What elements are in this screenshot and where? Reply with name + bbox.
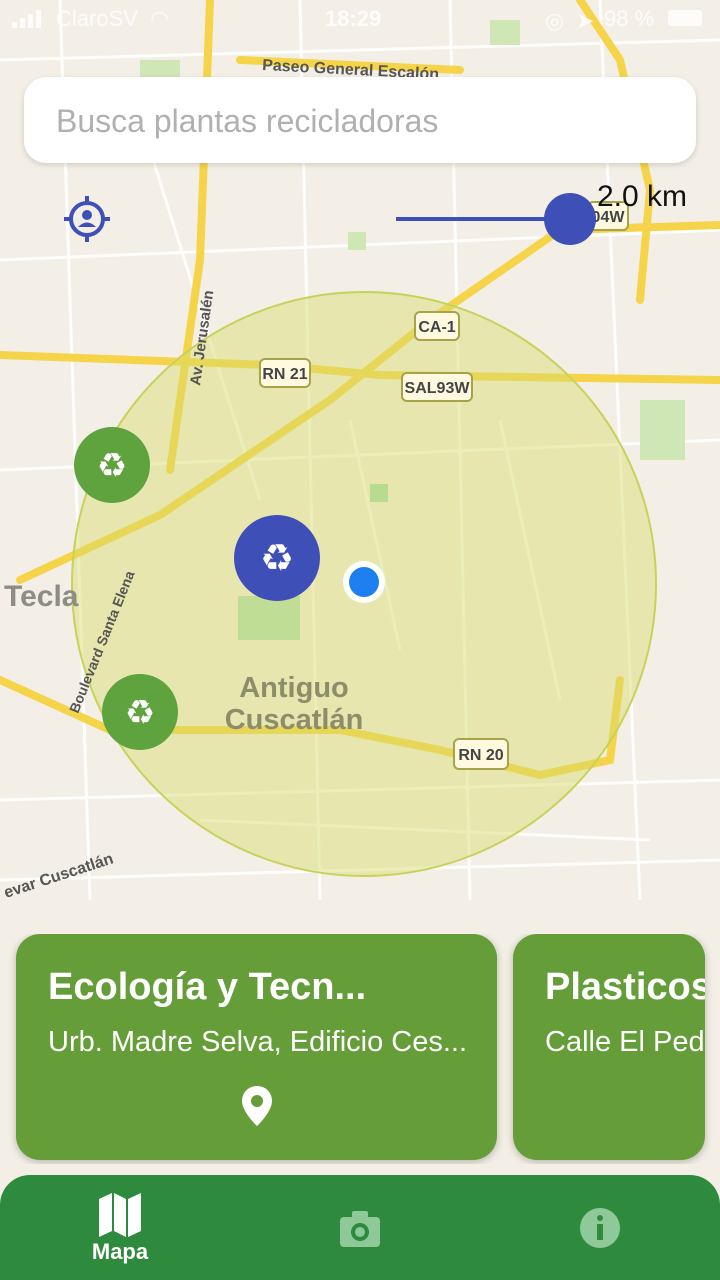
slider-knob[interactable] [544,193,596,245]
plant-card-title: Plasticos [545,966,705,1008]
wifi-icon: ◠ [150,6,170,31]
battery-icon [668,10,702,26]
clock: 18:29 [325,6,382,31]
map-label-tecla: Tecla [4,580,79,613]
location-arrow-icon: ➤ [576,8,595,33]
plant-card[interactable]: Ecología y Tecn... Urb. Madre Selva, Edi… [16,934,497,1160]
tab-info[interactable] [480,1175,720,1280]
recycling-marker-selected[interactable]: ♻ [234,515,320,601]
road-shield-rn20: RN 20 [453,738,509,770]
carrier-name: ClaroSV [56,6,138,31]
recycle-icon: ♻ [260,538,294,580]
tab-map-label: Mapa [91,1239,149,1264]
bottom-nav: Mapa [0,1175,720,1280]
tab-camera[interactable] [240,1175,480,1280]
svg-text:RN 21: RN 21 [262,366,307,383]
plant-card-title: Ecología y Tecn... [48,966,367,1008]
plant-card-address: Urb. Madre Selva, Edificio Ces... [48,1026,468,1058]
search-input[interactable] [54,77,678,165]
plant-card-address: Calle El Pedr [545,1026,705,1058]
road-shield-ca1: CA-1 [414,311,460,341]
camera-icon [340,1211,380,1247]
map-icon [99,1193,141,1237]
tab-map[interactable]: Mapa [0,1175,240,1280]
plant-card[interactable]: Plasticos Calle El Pedr [513,934,705,1160]
battery-percent: 98 % [604,6,655,31]
user-location-dot [343,561,385,603]
radius-value: 2.0 km [597,180,688,213]
road-shield-sal93w: SAL93W [401,372,473,402]
status-bar: ClaroSV ◠ 18:29 ◎ ➤ 98 % [0,0,720,38]
recycle-icon: ♻ [125,694,155,732]
location-pin-icon[interactable] [242,1086,272,1126]
recycling-marker-1[interactable]: ♻ [74,427,150,503]
radius-slider[interactable] [396,190,596,248]
svg-text:RN 20: RN 20 [458,747,503,764]
my-location-icon[interactable] [64,196,110,242]
search-bar[interactable] [24,77,696,165]
recycling-marker-2[interactable]: ♻ [102,674,178,750]
map-label-antiguo: Antiguo [239,672,349,704]
alarm-icon: ◎ [545,8,565,33]
road-shield-rn21: RN 21 [259,358,311,388]
signal-icon [12,10,41,28]
map-label-cuscatlan: Cuscatlán [225,704,364,736]
svg-text:SAL93W: SAL93W [405,380,471,397]
info-icon [580,1208,620,1248]
svg-text:CA-1: CA-1 [418,319,455,336]
recycle-icon: ♻ [97,447,127,485]
plant-card-carousel[interactable]: Ecología y Tecn... Urb. Madre Selva, Edi… [0,934,720,1164]
